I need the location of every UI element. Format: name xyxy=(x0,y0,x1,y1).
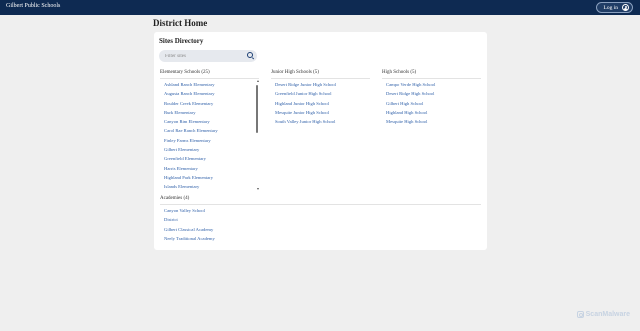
academies-list: Canyon Valley School District Gilbert Clas… xyxy=(160,206,481,243)
site-link[interactable]: Greenfield Junior High School xyxy=(275,91,332,96)
site-link[interactable]: Highland High School xyxy=(386,110,427,115)
scanmalware-watermark: ScanMalware xyxy=(576,311,630,318)
scroll-thumb[interactable] xyxy=(256,85,258,133)
group-academies: Academies (4) Canyon Valley School Distri… xyxy=(160,195,481,243)
site-list-item: Gilbert Classical Academy xyxy=(164,225,481,234)
site-list-item: Augusta Ranch Elementary xyxy=(164,89,259,98)
site-list-item: Mesquite Junior High School xyxy=(275,108,370,117)
site-list-item: Highland High School xyxy=(386,108,481,117)
filter-sites-search xyxy=(159,50,257,62)
site-list-item: Highland Junior High School xyxy=(275,99,370,108)
site-link[interactable]: Mesquite High School xyxy=(386,119,427,124)
site-list-item: Canyon Valley School xyxy=(164,206,481,215)
site-link[interactable]: Greenfield Elementary xyxy=(164,156,206,161)
site-link[interactable]: Campo Verde High School xyxy=(386,82,435,87)
divider xyxy=(271,78,370,79)
site-link[interactable]: Highland Junior High School xyxy=(275,101,329,106)
site-link[interactable]: Neely Traditional Academy xyxy=(164,236,215,241)
site-link[interactable]: Highland Park Elementary xyxy=(164,175,213,180)
site-list-item: Boulder Creek Elementary xyxy=(164,99,259,108)
site-link[interactable]: South Valley Junior High School xyxy=(275,119,335,124)
site-list-item: Finley Farms Elementary xyxy=(164,136,259,145)
site-list-item: Greenfield Junior High School xyxy=(275,89,370,98)
site-link[interactable]: Gilbert High School xyxy=(386,101,423,106)
site-link[interactable]: Gilbert Classical Academy xyxy=(164,227,213,232)
site-list-item: Islands Elementary xyxy=(164,182,259,191)
site-list-item: Campo Verde High School xyxy=(386,80,481,89)
site-link[interactable]: Desert Ridge High School xyxy=(386,91,434,96)
group-elementary-schools: Elementary Schools (25) Ashland Ranch El… xyxy=(160,69,259,191)
site-list-item: Gilbert High School xyxy=(386,99,481,108)
site-list-item: Gilbert Elementary xyxy=(164,145,259,154)
site-link[interactable]: Gilbert Elementary xyxy=(164,147,199,152)
site-list-item: Greenfield Elementary xyxy=(164,154,259,163)
site-link[interactable]: Islands Elementary xyxy=(164,184,199,189)
group-heading: Academies (4) xyxy=(160,196,190,201)
site-list-item: Desert Ridge Junior High School xyxy=(275,80,370,89)
login-button[interactable]: Log in xyxy=(596,2,633,13)
site-list-item: Harris Elementary xyxy=(164,164,259,173)
site-link[interactable]: Boulder Creek Elementary xyxy=(164,101,213,106)
top-navigation-bar: Gilbert Public Schools Log in xyxy=(0,0,640,15)
site-link[interactable]: Ashland Ranch Elementary xyxy=(164,82,215,87)
site-list-item: South Valley Junior High School xyxy=(275,117,370,126)
filter-sites-input[interactable] xyxy=(165,52,243,60)
group-heading: High Schools (5) xyxy=(382,70,417,75)
divider xyxy=(382,78,481,79)
scrollbar[interactable] xyxy=(255,79,259,191)
site-link[interactable]: Canyon Rim Elementary xyxy=(164,119,210,124)
site-list-item: Desert Ridge High School xyxy=(386,89,481,98)
watermark-text: ScanMalware xyxy=(585,311,630,318)
elementary-list: Ashland Ranch Elementary Augusta Ranch El… xyxy=(160,80,259,191)
sites-directory-card: Sites Directory Elementary Schools (25) … xyxy=(154,32,487,250)
login-label: Log in xyxy=(603,4,618,11)
site-list-item: Canyon Rim Elementary xyxy=(164,117,259,126)
site-list-item: Neely Traditional Academy xyxy=(164,234,481,243)
site-list-item: Ashland Ranch Elementary xyxy=(164,80,259,89)
scroll-down-arrow-icon[interactable] xyxy=(256,188,259,190)
site-link[interactable]: Burk Elementary xyxy=(164,110,196,115)
group-heading: Elementary Schools (25) xyxy=(160,70,210,75)
group-high-schools: High Schools (5) Campo Verde High School… xyxy=(382,69,481,126)
group-heading: Junior High Schools (5) xyxy=(271,70,319,75)
site-list-item: District xyxy=(164,215,481,224)
group-junior-high-schools: Junior High Schools (5) Desert Ridge Jun… xyxy=(271,69,370,126)
page-title: District Home xyxy=(153,18,208,28)
site-link[interactable]: Mesquite Junior High School xyxy=(275,110,329,115)
site-link[interactable]: District xyxy=(164,217,178,222)
site-list-item: Mesquite High School xyxy=(386,117,481,126)
site-link[interactable]: Finley Farms Elementary xyxy=(164,138,211,143)
site-link[interactable]: Augusta Ranch Elementary xyxy=(164,91,215,96)
search-icon[interactable] xyxy=(247,52,253,58)
scroll-up-arrow-icon[interactable] xyxy=(256,80,259,82)
site-link[interactable]: Desert Ridge Junior High School xyxy=(275,82,336,87)
site-brand-link[interactable]: Gilbert Public Schools xyxy=(6,3,60,9)
user-icon xyxy=(622,4,629,11)
sites-directory-title: Sites Directory xyxy=(159,37,204,45)
site-link[interactable]: Carol Rae Ranch Elementary xyxy=(164,128,218,133)
divider xyxy=(160,204,481,205)
elementary-scroll-area[interactable]: Ashland Ranch Elementary Augusta Ranch El… xyxy=(160,79,259,191)
site-link[interactable]: Canyon Valley School xyxy=(164,208,205,213)
site-link[interactable]: Harris Elementary xyxy=(164,166,198,171)
scan-logo-icon xyxy=(576,311,584,318)
site-list-item: Highland Park Elementary xyxy=(164,173,259,182)
site-list-item: Burk Elementary xyxy=(164,108,259,117)
high-school-list: Campo Verde High School Desert Ridge High… xyxy=(382,80,481,126)
junior-high-list: Desert Ridge Junior High School Greenfiel… xyxy=(271,80,370,126)
site-list-item: Carol Rae Ranch Elementary xyxy=(164,126,259,135)
